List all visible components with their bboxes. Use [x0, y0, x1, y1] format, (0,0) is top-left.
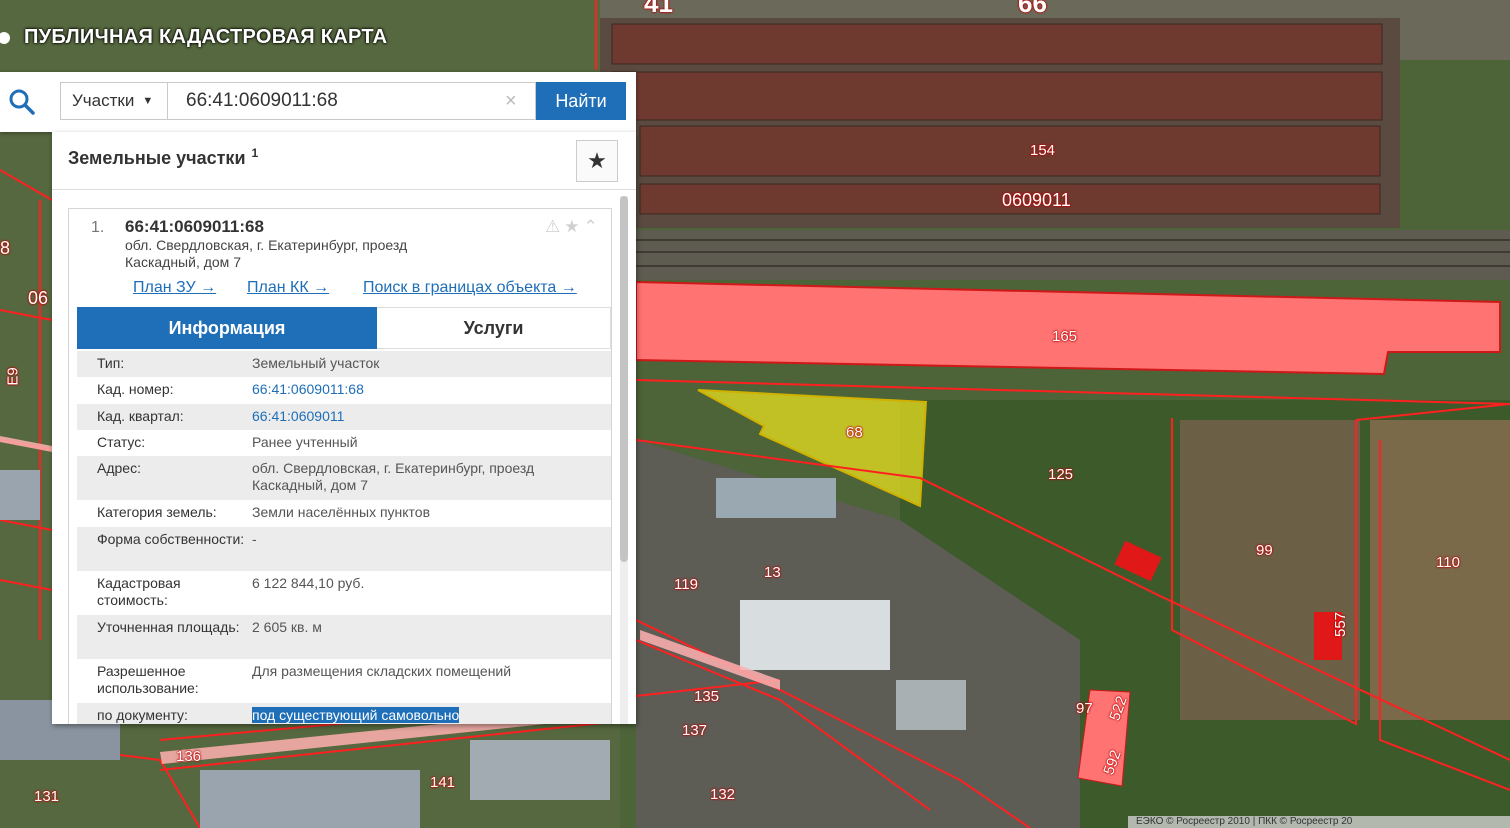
- info-row-ownership: Форма собственности: -: [77, 527, 611, 571]
- chevron-up-icon[interactable]: ⌃: [584, 217, 598, 237]
- info-row-area: Уточненная площадь: 2 605 кв. м: [77, 615, 611, 659]
- parcel-label: 557: [1332, 611, 1350, 638]
- info-value: под существующий самовольно: [252, 707, 611, 724]
- parcel-label: 41: [644, 0, 673, 18]
- parcel-label: 119: [674, 576, 698, 593]
- parcel-label: 13: [764, 564, 781, 581]
- info-row-status: Статус: Ранее учтенный: [77, 430, 611, 456]
- info-value: обл. Свердловская, г. Екатеринбург, прое…: [252, 460, 535, 493]
- parcel-label: E9: [4, 367, 22, 386]
- logo-icon: [0, 29, 16, 45]
- parcel-label: 135: [694, 688, 720, 705]
- app-title: ПУБЛИЧНАЯ КАДАСТРОВАЯ КАРТА: [0, 24, 387, 50]
- tab-services[interactable]: Услуги: [377, 307, 611, 349]
- info-label: Уточненная площадь:: [97, 619, 240, 635]
- clear-icon[interactable]: ×: [505, 90, 517, 112]
- parcel-label: 137: [682, 722, 708, 739]
- parcel-label: 125: [1048, 466, 1074, 483]
- info-value: Для размещения складских помещений: [252, 663, 512, 679]
- info-label: по документу:: [97, 707, 188, 723]
- parcel-label: 06: [28, 288, 49, 308]
- selected-text[interactable]: под существующий самовольно: [252, 707, 460, 723]
- map-attribution: ЕЭКО © Росреестр 2010 | ПКК © Росреестр …: [1136, 816, 1353, 827]
- result-card: 1. 66:41:0609011:68 обл. Свердловская, г…: [68, 208, 612, 724]
- scrollbar[interactable]: [620, 196, 628, 724]
- result-address: обл. Свердловская, г. Екатеринбург, прое…: [125, 237, 408, 270]
- cadastral-quarter-link[interactable]: 66:41:0609011: [252, 408, 611, 426]
- info-row-cadastral-value: Кадастровая стоимость: 6 122 844,10 руб.: [77, 571, 611, 615]
- parcel-label: 141: [430, 774, 456, 791]
- card-actions: ⚠ ★ ⌃: [545, 217, 598, 237]
- result-cadastral-number[interactable]: 66:41:0609011:68: [125, 217, 264, 237]
- search-bar: Участки ▼ × Найти: [0, 72, 636, 132]
- cadastral-number-link[interactable]: 66:41:0609011:68: [252, 381, 611, 400]
- tab-information[interactable]: Информация: [77, 307, 377, 349]
- info-label: Форма собственности:: [97, 531, 245, 547]
- search-within-object-link[interactable]: Поиск в границах объекта →: [363, 279, 577, 297]
- results-title-text: Земельные участки: [68, 148, 246, 168]
- info-label: Кадастровая стоимость:: [97, 575, 181, 608]
- search-type-label: Участки: [72, 91, 135, 110]
- star-icon: ★: [587, 148, 607, 173]
- favorite-button[interactable]: ★: [576, 140, 618, 182]
- tab-bar: Информация Услуги: [77, 307, 611, 349]
- warning-icon[interactable]: ⚠: [545, 217, 560, 237]
- info-label: Кад. квартал:: [97, 408, 184, 424]
- result-index: 1.: [91, 219, 105, 236]
- star-icon[interactable]: ★: [564, 217, 579, 237]
- info-label: Тип:: [97, 355, 125, 371]
- scrollbar-thumb[interactable]: [620, 196, 628, 562]
- results-panel: Земельные участки 1 ★ 1. 66:41:0609011:68…: [52, 132, 636, 724]
- chevron-down-icon: ▼: [142, 95, 154, 107]
- info-value: Земельный участок: [252, 355, 380, 371]
- search-icon[interactable]: [8, 88, 36, 116]
- find-button[interactable]: Найти: [536, 82, 626, 120]
- info-row-address: Адрес: обл. Свердловская, г. Екатеринбур…: [77, 456, 611, 500]
- parcel-label: 8: [0, 238, 11, 258]
- parcel-label: 66: [1018, 0, 1047, 18]
- results-header: Земельные участки 1 ★: [52, 132, 636, 190]
- parcel-label: 99: [1256, 542, 1273, 559]
- parcel-label: 136: [176, 748, 202, 765]
- results-title: Земельные участки 1: [68, 146, 258, 169]
- parcel-label: 154: [1030, 142, 1056, 159]
- parcel-label: 68: [846, 424, 863, 441]
- search-type-select[interactable]: Участки ▼: [60, 82, 168, 120]
- parcel-label: 0609011: [1002, 190, 1071, 210]
- parcel-label: 165: [1052, 328, 1078, 345]
- results-count: 1: [251, 146, 259, 160]
- info-value: 6 122 844,10 руб.: [252, 575, 365, 591]
- info-row-type: Тип: Земельный участок: [77, 351, 611, 377]
- parcel-label: 110: [1436, 554, 1460, 571]
- info-label: Адрес:: [97, 460, 141, 476]
- search-input[interactable]: [168, 82, 536, 120]
- info-value: Ранее учтенный: [252, 434, 358, 450]
- info-value: 2 605 кв. м: [252, 619, 322, 635]
- info-row-by-document: по документу: под существующий самовольн…: [77, 703, 611, 724]
- info-label: Статус:: [97, 434, 146, 450]
- info-label: Категория земель:: [97, 504, 217, 520]
- parcel-label: 97: [1076, 700, 1093, 717]
- info-row-cadastral-quarter: Кад. квартал: 66:41:0609011: [77, 404, 611, 430]
- app-title-text: ПУБЛИЧНАЯ КАДАСТРОВАЯ КАРТА: [24, 25, 388, 48]
- info-value: Земли населённых пунктов: [252, 504, 431, 520]
- info-row-cadastral-number: Кад. номер: 66:41:0609011:68: [77, 377, 611, 404]
- plan-kk-link[interactable]: План КК →: [247, 279, 329, 297]
- plan-zu-link[interactable]: План ЗУ →: [133, 279, 216, 297]
- info-label: Разрешенное использование:: [97, 663, 199, 696]
- info-row-permitted-use: Разрешенное использование: Для размещени…: [77, 659, 611, 703]
- info-row-land-category: Категория земель: Земли населённых пункт…: [77, 500, 611, 527]
- info-label: Кад. номер:: [97, 381, 174, 397]
- info-table: Тип: Земельный участок Кад. номер: 66:41…: [77, 351, 611, 724]
- info-value: -: [252, 531, 257, 547]
- parcel-label: 131: [34, 788, 60, 805]
- parcel-label: 132: [710, 786, 736, 803]
